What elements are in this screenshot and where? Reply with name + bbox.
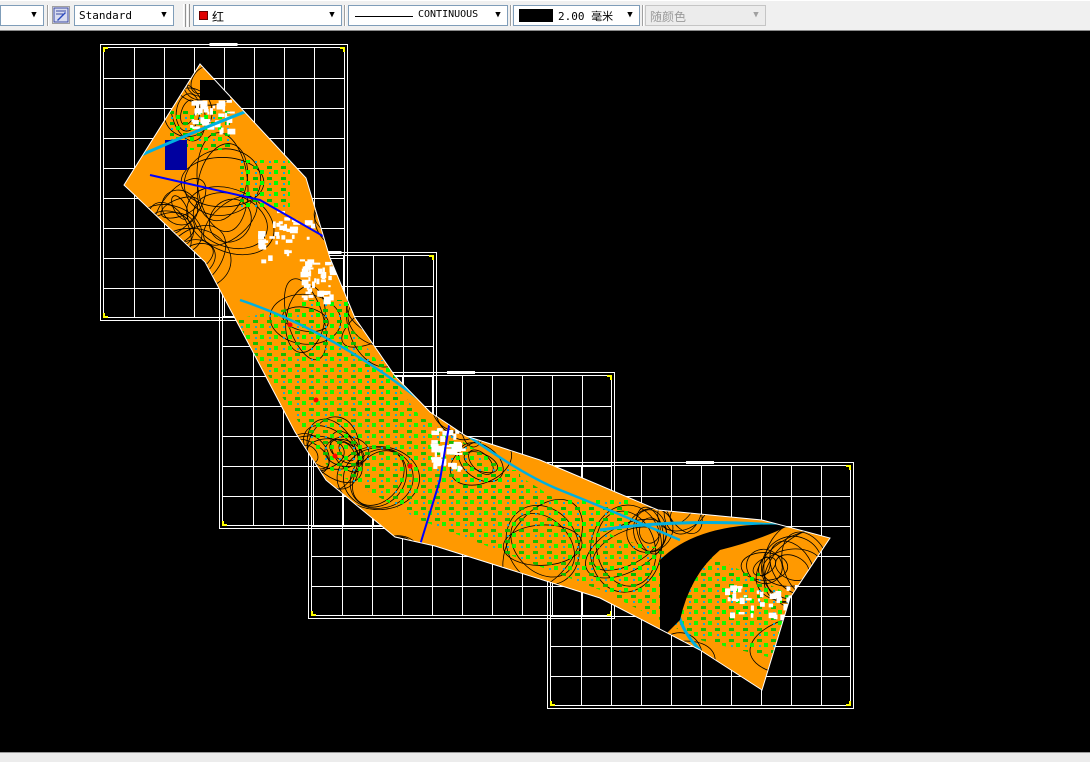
sheet-title-tick: [686, 461, 714, 464]
red-marker: [287, 322, 293, 328]
toolbar-separator: [344, 5, 346, 26]
linetype-preview: [355, 16, 413, 17]
toolbar-highlight: [0, 0, 1090, 1]
sheet-title-tick: [447, 371, 475, 374]
text-style-icon: [53, 7, 69, 23]
corner-mark: [103, 47, 108, 52]
corner-mark: [846, 701, 851, 706]
corner-mark: [311, 611, 316, 616]
plot-style-value: 随颜色: [650, 10, 687, 24]
corner-mark: [607, 375, 612, 380]
corner-mark: [846, 465, 851, 470]
topographic-drawing: [100, 43, 854, 709]
status-bar: [0, 752, 1090, 762]
color-value: 红: [212, 10, 225, 24]
toolbar-separator: [47, 5, 49, 26]
chevron-down-icon[interactable]: ▼: [623, 8, 637, 23]
lineweight-preview: [519, 9, 553, 22]
drawing-canvas[interactable]: [0, 32, 1090, 752]
layer-dropdown[interactable]: ▼: [0, 5, 44, 26]
red-marker: [313, 397, 319, 403]
red-marker: [332, 453, 338, 459]
chevron-down-icon[interactable]: ▼: [27, 8, 41, 23]
vegetation-patch: [360, 360, 400, 410]
chevron-down-icon[interactable]: ▼: [491, 8, 505, 23]
corner-mark: [607, 611, 612, 616]
corner-mark: [429, 255, 434, 260]
linetype-dropdown[interactable]: CONTINUOUS ▼: [348, 5, 508, 26]
corner-mark: [550, 701, 555, 706]
chevron-down-icon[interactable]: ▼: [157, 8, 171, 23]
vegetation-patch: [460, 470, 520, 500]
dark-block: [200, 80, 230, 100]
corner-mark: [340, 47, 345, 52]
plot-style-dropdown: 随颜色 ▼: [645, 5, 766, 26]
toolbar-grip[interactable]: [183, 4, 186, 27]
chevron-down-icon: ▼: [753, 10, 759, 20]
color-dropdown[interactable]: 红 ▼: [193, 5, 342, 26]
lineweight-dropdown[interactable]: 2.00 毫米 ▼: [513, 5, 640, 26]
toolbar-separator: [510, 5, 512, 26]
toolbar-separator: [642, 5, 644, 26]
vegetation-patch: [300, 300, 350, 360]
chevron-down-icon[interactable]: ▼: [325, 8, 339, 23]
red-marker: [407, 463, 413, 469]
corner-mark: [222, 521, 227, 526]
properties-toolbar: ▼ Standard ▼ 红 ▼ CONTINUOUS ▼ 2.00 毫米 ▼ …: [0, 0, 1090, 31]
linetype-value: CONTINUOUS: [418, 9, 479, 20]
sheet-title-tick: [209, 43, 238, 46]
color-swatch: [199, 11, 208, 20]
text-style-manager-button[interactable]: [52, 6, 70, 24]
toolbar-grip[interactable]: [187, 4, 190, 27]
text-style-dropdown[interactable]: Standard ▼: [74, 5, 174, 26]
lineweight-value: 2.00 毫米: [558, 10, 614, 23]
text-style-value: Standard: [79, 9, 132, 22]
corner-mark: [103, 313, 108, 318]
vegetation-patch: [610, 560, 660, 590]
